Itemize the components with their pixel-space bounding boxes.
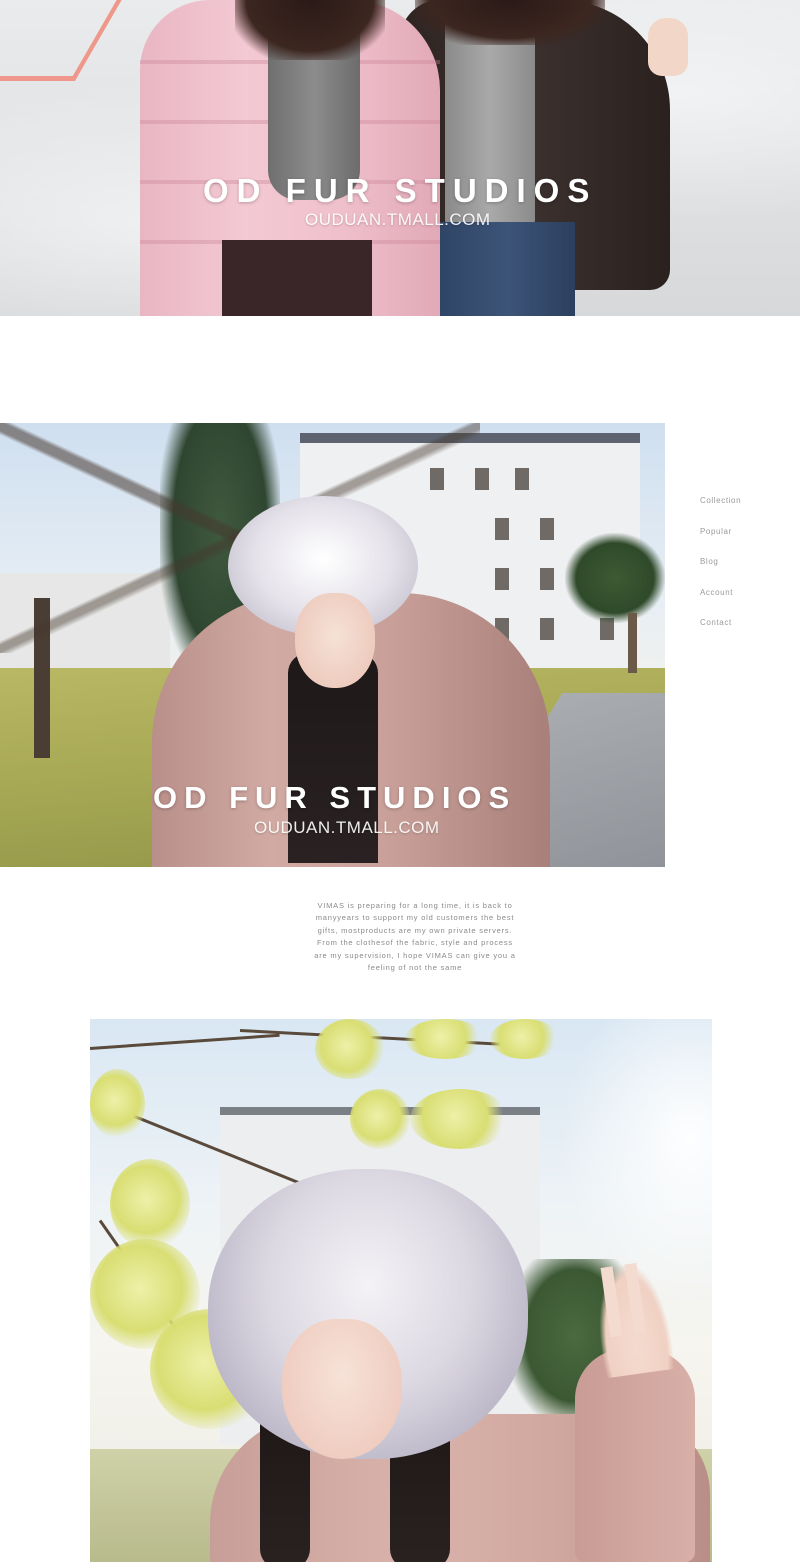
nav-item-popular[interactable]: Popular [700,526,790,557]
brand-url-2: OUDUAN.TMALL.COM [254,818,440,837]
description-line: gifts, mostproducts are my own private s… [317,925,513,935]
window [495,518,509,540]
window [515,468,529,490]
description-line: manyyears to support my old customers th… [315,913,515,923]
description-line: are my supervision, I hope VIMAS can giv… [314,950,516,960]
face [295,593,375,688]
nav-item-contact[interactable]: Contact [700,617,790,648]
hair-right [415,0,605,45]
nav-item-account[interactable]: Account [700,587,790,618]
window [540,618,554,640]
window [540,568,554,590]
blossom-cluster [405,1019,485,1059]
description-line: From the clothesof the fabric, style and… [317,938,513,948]
window [495,568,509,590]
blossom-cluster [490,1019,560,1059]
peace-sign-hand [648,18,688,76]
hair-left [235,0,385,60]
raised-sleeve [575,1349,695,1562]
nav-item-collection[interactable]: Collection [700,495,790,526]
blossom-cluster [410,1089,510,1149]
side-navigation: Collection Popular Blog Account Contact [700,495,790,648]
face [282,1319,402,1459]
palm-trunk [628,613,637,673]
description-line: VIMAS is preparing for a long time, it i… [317,901,513,910]
nav-item-blog[interactable]: Blog [700,556,790,587]
window [540,518,554,540]
brand-url-1: OUDUAN.TMALL.COM [305,210,491,229]
hero-photo-two-women [0,0,800,316]
brand-title-1: OD FUR STUDIOS [203,172,598,209]
tree-branch [90,1033,280,1050]
blossom-cluster [90,1069,145,1139]
peace-sign-hand [590,1259,676,1379]
blossom-cluster [315,1019,385,1079]
dark-pants [222,240,372,316]
palm-tree [565,533,665,623]
blossom-cluster [350,1089,410,1149]
brand-title-2: OD FUR STUDIOS [153,780,517,815]
brand-description: VIMAS is preparing for a long time, it i… [300,900,530,974]
blossom-cluster [110,1159,190,1249]
description-line: feeling of not the same [367,963,463,973]
portrait-photo-fur-trapper-hat [90,1019,712,1562]
blue-jeans [440,222,575,316]
